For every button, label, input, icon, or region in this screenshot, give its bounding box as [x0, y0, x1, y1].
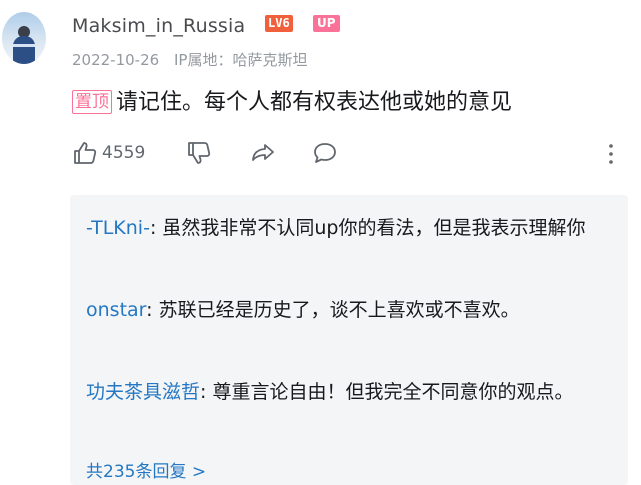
comment-actions: 4559 [72, 140, 632, 176]
reply-item[interactable]: onstar: 苏联已经是历史了，谈不上喜欢或不喜欢。 [86, 295, 606, 326]
dislike-button[interactable] [186, 140, 212, 166]
reply-username[interactable]: onstar [86, 299, 146, 321]
comment-date: 2022-10-26 [72, 51, 160, 69]
like-button[interactable]: 4559 [72, 140, 145, 166]
reply-item[interactable]: 功夫茶具滋哲: 尊重言论自由！但我完全不同意你的观点。 [86, 377, 606, 408]
more-icon [609, 144, 613, 164]
more-options-button[interactable] [608, 143, 614, 165]
like-count: 4559 [102, 143, 146, 163]
comment-text: 请记住。每个人都有权表达他或她的意见 [116, 90, 513, 115]
comment-meta: 2022-10-26 IP属地：哈萨克斯坦 [72, 49, 307, 70]
reply-text: : 尊重言论自由！但我完全不同意你的观点。 [200, 381, 574, 403]
reply-username[interactable]: -TLKni- [86, 217, 150, 239]
level-badge: LV6 [265, 15, 293, 32]
thumb-up-icon [74, 142, 97, 164]
replies-panel: -TLKni-: 虽然我非常不认同up你的看法，但是我表示理解你 onstar:… [70, 195, 628, 485]
reply-username[interactable]: 功夫茶具滋哲 [86, 381, 200, 403]
reply-icon [314, 143, 336, 163]
pinned-tag: 置顶 [72, 90, 112, 114]
reply-text: : 虽然我非常不认同up你的看法，但是我表示理解你 [149, 217, 586, 239]
up-badge: UP [313, 15, 340, 32]
view-more-replies-link[interactable]: 共235条回复 > [86, 457, 206, 482]
thumb-down-icon [188, 142, 211, 164]
comment-body: 置顶 请记住。每个人都有权表达他或她的意见 [72, 88, 512, 118]
reply-item[interactable]: -TLKni-: 虽然我非常不认同up你的看法，但是我表示理解你 [86, 213, 606, 244]
username[interactable]: Maksim_in_Russia [72, 15, 245, 37]
ip-location: IP属地：哈萨克斯坦 [173, 51, 308, 69]
reply-text: : 苏联已经是历史了，谈不上喜欢或不喜欢。 [146, 299, 520, 321]
share-icon [252, 144, 274, 161]
share-button[interactable] [250, 140, 276, 166]
avatar[interactable] [2, 12, 46, 64]
reply-button[interactable] [312, 140, 338, 166]
